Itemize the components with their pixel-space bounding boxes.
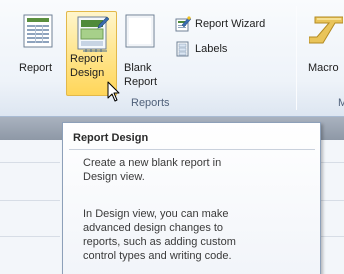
reports-group-label: Reports [131,97,170,109]
blank-report-button[interactable]: Blank Report [121,12,167,96]
labels-label: Labels [195,43,228,55]
tooltip-divider [69,149,315,150]
macro-icon [309,15,343,47]
report-wizard-icon [175,16,191,32]
list-row-line [0,162,60,163]
report-design-label-line1: Report [70,53,104,65]
list-row-line [0,200,60,201]
report-design-label-line2: Design [70,67,105,79]
macro-button-label: Macro [308,62,339,74]
report-wizard-label: Report Wizard [195,18,266,30]
mouse-cursor-icon [107,81,121,103]
labels-icon [175,41,191,57]
tooltip-detail-line: In Design view, you can make [83,208,229,220]
report-design-tooltip: Report Design Create a new blank report … [62,122,321,274]
group-separator [296,6,297,110]
list-row-line [0,236,60,237]
report-button-label: Report [19,62,53,74]
macro-button[interactable]: Macro [303,12,344,96]
tooltip-detail-line: advanced design changes to [83,222,224,234]
tooltip-detail-line: reports, such as adding custom [83,236,236,248]
blank-report-label-line2: Report [124,76,158,88]
blank-report-icon [125,14,155,48]
tooltip-title: Report Design [73,132,149,144]
report-design-icon [77,15,109,53]
report-button[interactable]: Report [14,12,62,96]
blank-report-label-line1: Blank [124,62,152,74]
tooltip-detail-line: control types and writing code. [83,250,232,262]
next-group-label: M [338,97,344,109]
ribbon: Report Report Design Blank Report Report… [0,0,344,117]
tooltip-description-line: Create a new blank report in [83,157,222,169]
report-icon [23,14,53,48]
tooltip-description-line: Design view. [83,171,145,183]
report-wizard-button[interactable]: Report Wizard [173,15,293,33]
labels-button[interactable]: Labels [173,40,243,58]
